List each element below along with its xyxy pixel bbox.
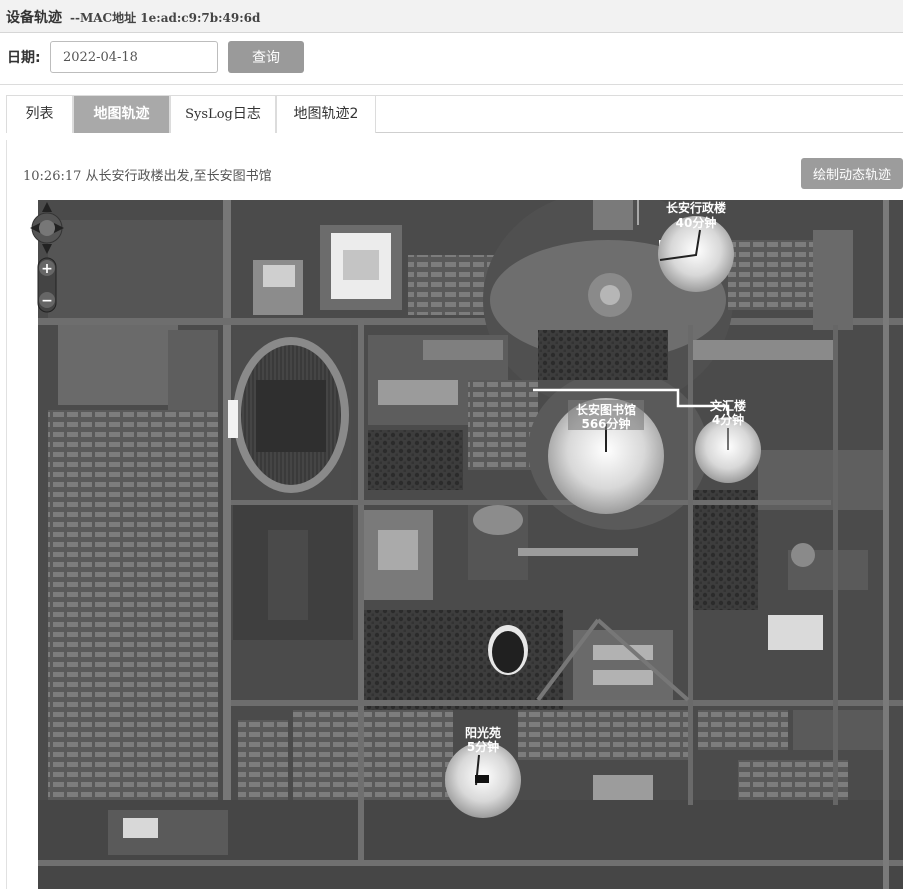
page-title: 设备轨迹 (6, 10, 62, 26)
pan-down-icon[interactable] (42, 244, 52, 254)
tab-list[interactable]: 列表 (6, 96, 73, 133)
zoom-in-button[interactable]: + (39, 260, 55, 277)
marker-name-text: 文汇楼 (710, 398, 746, 413)
query-button[interactable]: 查询 (228, 41, 304, 73)
tab-bar: 列表 地图轨迹 SysLog日志 地图轨迹2 (6, 95, 903, 133)
trajectory-status: 10:26:17 从长安行政楼出发,至长安图书馆 (23, 165, 272, 184)
tab-map-trajectory-2-label: 地图轨迹2 (293, 106, 359, 122)
marker-duration-text: 40分钟 (676, 215, 717, 230)
date-input[interactable] (50, 41, 218, 73)
pan-control[interactable] (30, 202, 64, 254)
map-zoom-control: + − (30, 200, 66, 314)
tab-map-trajectory[interactable]: 地图轨迹 (73, 96, 170, 133)
tab-syslog-label-a: SysLog (185, 107, 233, 122)
date-query-bar: 日期: 查询 (0, 33, 903, 85)
marker-changan-library[interactable]: 长安图书馆 566分钟 (548, 398, 664, 514)
satellite-map[interactable]: 长安行政楼 40分钟 长安图书馆 566分钟 文汇楼 4分钟 阳光苑 5分钟 (38, 200, 903, 889)
zoom-out-icon: − (41, 293, 53, 309)
marker-name-text: 长安行政楼 (666, 200, 726, 215)
title-bar: 设备轨迹 --MAC地址 1e:ad:c9:7b:49:6d (0, 0, 903, 33)
tab-list-label: 列表 (25, 106, 54, 122)
map-panel: 10:26:17 从长安行政楼出发,至长安图书馆 绘制动态轨迹 长安行政楼 40… (6, 140, 903, 889)
date-label: 日期: (7, 50, 41, 66)
marker-name-text: 长安图书馆 (576, 402, 636, 417)
trajectory-time: 10:26:17 (23, 169, 82, 184)
tab-syslog[interactable]: SysLog日志 (170, 96, 276, 133)
draw-dynamic-trajectory-button[interactable]: 绘制动态轨迹 (801, 158, 903, 189)
tab-syslog-label-b: 日志 (232, 106, 261, 122)
map-canvas: 长安行政楼 40分钟 长安图书馆 566分钟 文汇楼 4分钟 阳光苑 5分钟 (38, 200, 903, 889)
tab-map-trajectory-label: 地图轨迹 (93, 106, 150, 122)
zoom-out-button[interactable]: − (39, 292, 55, 309)
zoom-in-icon: + (41, 261, 53, 277)
marker-changan-admin-building[interactable]: 长安行政楼 40分钟 (658, 200, 734, 292)
mac-address-label: --MAC地址 1e:ad:c9:7b:49:6d (70, 11, 261, 25)
pan-up-icon[interactable] (42, 202, 52, 212)
trajectory-description: 从长安行政楼出发,至长安图书馆 (85, 169, 272, 184)
marker-name-text: 阳光苑 (465, 725, 501, 740)
tab-map-trajectory-2[interactable]: 地图轨迹2 (276, 96, 376, 133)
marker-duration-text: 566分钟 (581, 416, 630, 431)
marker-duration-text: 5分钟 (467, 739, 499, 754)
marker-duration-text: 4分钟 (712, 412, 744, 427)
